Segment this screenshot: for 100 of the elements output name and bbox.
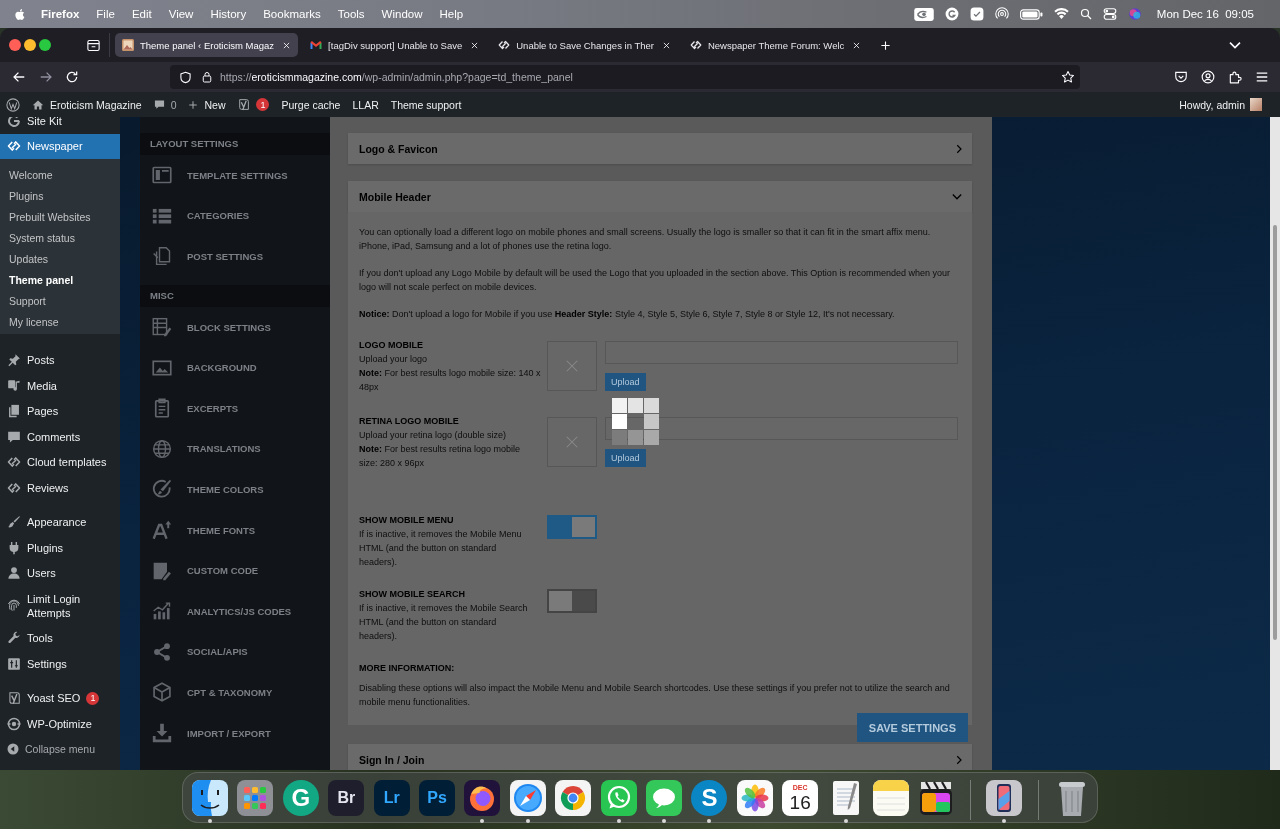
submenu-item[interactable]: Welcome [0,165,120,187]
chat-bubble-app-icon[interactable] [646,780,682,816]
clock[interactable]: Mon Dec 16 09:05 [1156,8,1254,20]
sidebar-item[interactable]: Tools [0,625,120,652]
menu-item[interactable]: Edit [131,8,152,20]
clapperboard-app-icon[interactable] [918,780,955,816]
flower-app-icon[interactable] [736,780,773,816]
minimize-window-icon[interactable] [24,39,36,51]
compass-app-icon[interactable] [509,780,546,816]
w-circle-logo-icon[interactable] [6,97,20,112]
scrollbar-thumb[interactable] [1273,225,1277,640]
new-content-link[interactable]: New [188,98,226,111]
sidebar-item[interactable]: Settings [0,651,120,677]
settings-nav-item[interactable]: TEMPLATE SETTINGS [140,155,330,196]
plus-icon[interactable] [880,39,892,51]
toolbar-link[interactable]: Purge cache [281,98,341,111]
settings-nav-item[interactable]: BLOCK SETTINGS [140,306,330,348]
sidebar-item[interactable]: Users [0,560,120,587]
close-icon[interactable] [282,40,292,50]
image-url-field[interactable] [605,417,958,440]
settings-nav-item[interactable]: EXCERPTS [140,387,330,429]
sidebar-item[interactable]: Yoast SEO 1 [0,685,120,711]
site-link[interactable]: Eroticism Magazine [32,98,142,111]
close-icon[interactable] [852,40,862,50]
settings-nav-item[interactable]: IMPORT / EXPORT [140,712,330,754]
notepad-app-icon[interactable] [872,780,909,816]
section-header[interactable]: Mobile Header [348,181,972,212]
menu-item[interactable]: Tools [337,8,365,20]
segmented-circle-app-icon[interactable] [555,780,592,816]
sidebar-item[interactable]: Cloud templates [0,449,120,476]
switches-icon[interactable] [1102,7,1117,21]
sidebar-item[interactable]: Plugins [0,534,120,561]
menu-icon[interactable] [1255,70,1269,84]
pouch-chevron-icon[interactable] [1174,70,1188,84]
submenu-item[interactable]: Prebuilt Websites [0,207,120,229]
search-icon[interactable] [1079,8,1092,20]
eye-tile-icon[interactable] [913,7,934,21]
zoom-window-icon[interactable] [39,39,51,51]
ps-app-button[interactable]: Ps [419,780,456,816]
submenu-item[interactable]: System status [0,228,120,250]
s-app-button[interactable]: S [691,780,728,816]
sidebar-item[interactable]: Media [0,372,120,399]
settings-nav-item[interactable]: THEME COLORS [140,469,330,510]
toolbar-link[interactable]: LLAR [352,98,379,111]
wifi-icon[interactable] [1053,8,1069,20]
settings-nav-item[interactable]: POST SETTINGS [140,236,330,277]
close-window-icon[interactable] [9,39,21,51]
submenu-item[interactable]: Updates [0,249,120,271]
apple-logo-icon[interactable] [14,7,27,21]
battery-icon[interactable] [1019,8,1043,20]
sidebar-item[interactable]: Posts [0,347,120,373]
menu-item[interactable]: View [168,8,194,20]
seo-menu[interactable]: 1 [237,98,270,111]
sidebar-item[interactable]: Reviews [0,475,120,501]
submenu-item[interactable]: Theme panel [0,270,120,292]
submenu-item[interactable]: Plugins [0,186,120,208]
address-bar[interactable]: https://eroticismmagazine.com/wp-admin/admin.php?page=td_theme_panel [170,65,1080,89]
upload-button[interactable]: Upload [605,373,646,391]
section-header[interactable]: Logo & Favicon [348,133,972,164]
lr-app-button[interactable]: Lr [373,780,410,816]
sidebar-item[interactable]: Appearance [0,509,120,535]
chevron-down-icon[interactable] [1229,39,1241,51]
menu-item[interactable]: File [96,8,115,20]
app-grid-icon[interactable] [237,780,274,816]
sidebar-item[interactable]: Newspaper [0,133,120,160]
account-icon[interactable] [1201,70,1215,84]
check-tile-icon[interactable] [969,7,984,21]
g-circle-icon[interactable] [944,7,959,21]
settings-nav-item[interactable]: THEME FONTS [140,509,330,551]
browser-tab[interactable]: [tagDiv support] Unable to Save [303,33,487,57]
settings-nav-item[interactable]: TRANSLATIONS [140,428,330,470]
settings-nav-item[interactable]: SOCIAL/APIS [140,631,330,673]
collapse-menu-button[interactable]: Collapse menu [0,736,120,762]
reload-icon[interactable] [65,70,79,84]
menu-item[interactable]: History [210,8,247,20]
smiling-face-app-icon[interactable] [192,780,229,816]
window-icon[interactable] [86,37,101,53]
section-header[interactable]: Sign In / Join [348,744,972,770]
toggle-switch[interactable] [547,515,597,539]
phone-bubble-app-icon[interactable] [600,780,637,816]
menu-item[interactable]: Window [381,8,423,20]
sidebar-item[interactable]: Pages [0,398,120,424]
upload-button[interactable]: Upload [605,449,646,467]
comments-link[interactable]: 0 [153,98,177,111]
menu-item[interactable]: Bookmarks [263,8,321,20]
settings-nav-item[interactable]: ANALYTICS/JS CODES [140,590,330,632]
scrollbar[interactable] [1270,117,1280,770]
broadcast-icon[interactable] [994,7,1009,21]
browser-tab[interactable]: Newspaper Theme Forum: Welc [682,33,869,57]
settings-nav-item[interactable]: BACKGROUND [140,347,330,388]
menu-item[interactable]: Help [439,8,464,20]
color-orb-icon[interactable] [1127,7,1142,21]
sidebar-item[interactable]: Limit Login Attempts [0,586,120,626]
settings-nav-item[interactable]: CPT & TAXONOMY [140,672,330,713]
br-app-button[interactable]: Br [328,780,365,816]
toolbar-link[interactable]: Theme support [390,98,462,111]
settings-nav-item[interactable]: CATEGORIES [140,195,330,237]
app-menu[interactable]: Firefox [41,8,80,20]
browser-tab[interactable]: Unable to Save Changes in Ther [491,33,678,57]
submenu-item[interactable]: Support [0,291,120,313]
